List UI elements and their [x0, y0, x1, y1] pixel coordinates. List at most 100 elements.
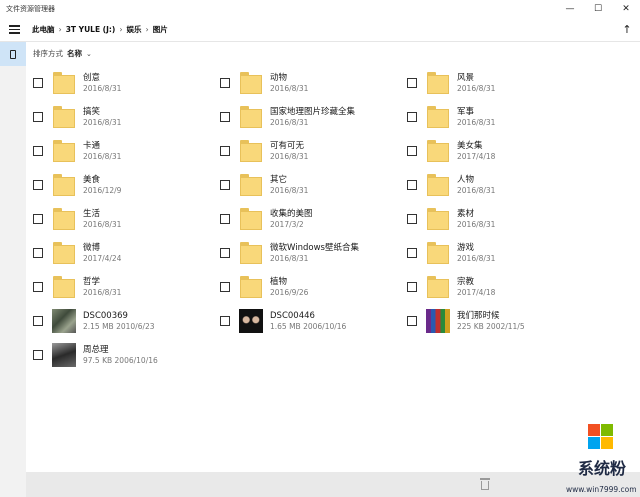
folder-item[interactable]: 国家地理图片珍藏全集 2016/8/31	[213, 102, 355, 132]
image-item[interactable]: 我们那时候 225 KB 2002/11/5	[400, 306, 525, 336]
item-details: 2016/8/31	[270, 151, 309, 161]
select-checkbox[interactable]	[220, 214, 230, 224]
select-checkbox[interactable]	[33, 180, 43, 190]
select-checkbox[interactable]	[33, 214, 43, 224]
select-checkbox[interactable]	[220, 316, 230, 326]
select-checkbox[interactable]	[407, 282, 417, 292]
item-details: 2016/12/9	[83, 185, 122, 195]
sort-control[interactable]: 排序方式 名称 ⌄	[33, 48, 92, 59]
sort-label: 排序方式	[33, 49, 63, 58]
select-checkbox[interactable]	[33, 282, 43, 292]
chevron-right-icon: ›	[58, 25, 62, 34]
select-checkbox[interactable]	[33, 78, 43, 88]
image-thumbnail	[426, 308, 450, 334]
select-checkbox[interactable]	[407, 78, 417, 88]
folder-item[interactable]: 宗教 2017/4/18	[400, 272, 495, 302]
item-details: 2016/8/31	[457, 117, 496, 127]
select-checkbox[interactable]	[407, 214, 417, 224]
select-checkbox[interactable]	[33, 316, 43, 326]
windows-logo-icon	[588, 424, 614, 450]
folder-icon	[239, 274, 263, 300]
folder-icon	[426, 206, 450, 232]
delete-icon[interactable]	[480, 478, 490, 490]
folder-icon	[52, 172, 76, 198]
item-details: 2016/8/31	[270, 253, 309, 263]
select-checkbox[interactable]	[33, 146, 43, 156]
select-checkbox[interactable]	[33, 112, 43, 122]
folder-item[interactable]: 哲学 2016/8/31	[26, 272, 121, 302]
folder-item[interactable]: 风景 2016/8/31	[400, 68, 495, 98]
folder-item[interactable]: 收集的美图 2017/3/2	[213, 204, 313, 234]
breadcrumb-pictures[interactable]: 图片	[153, 24, 168, 35]
folder-item[interactable]: 游戏 2016/8/31	[400, 238, 495, 268]
folder-icon	[426, 172, 450, 198]
folder-item[interactable]: 美食 2016/12/9	[26, 170, 121, 200]
item-details: 1.65 MB 2006/10/16	[270, 321, 347, 331]
select-checkbox[interactable]	[33, 248, 43, 258]
select-checkbox[interactable]	[220, 248, 230, 258]
select-checkbox[interactable]	[220, 146, 230, 156]
select-checkbox[interactable]	[220, 78, 230, 88]
item-name: 周总理	[83, 344, 109, 355]
select-checkbox[interactable]	[407, 248, 417, 258]
select-checkbox[interactable]	[220, 180, 230, 190]
watermark-url: www.win7999.com	[566, 485, 637, 494]
folder-item[interactable]: 素材 2016/8/31	[400, 204, 495, 234]
folder-item[interactable]: 微软Windows壁纸合集 2016/8/31	[213, 238, 359, 268]
breadcrumb-entertainment[interactable]: 娱乐	[127, 24, 142, 35]
item-name: 素材	[457, 208, 475, 219]
image-item[interactable]: DSC00446 1.65 MB 2006/10/16	[213, 306, 346, 336]
image-item[interactable]: 周总理 97.5 KB 2006/10/16	[26, 340, 158, 370]
item-details: 225 KB 2002/11/5	[457, 321, 525, 331]
folder-item[interactable]: 军事 2016/8/31	[400, 102, 495, 132]
folder-item[interactable]: 生活 2016/8/31	[26, 204, 121, 234]
item-name: 游戏	[457, 242, 475, 253]
item-details: 2016/8/31	[270, 185, 309, 195]
folder-item[interactable]: 创意 2016/8/31	[26, 68, 121, 98]
item-details: 2016/8/31	[83, 287, 122, 297]
select-checkbox[interactable]	[220, 282, 230, 292]
select-checkbox[interactable]	[407, 146, 417, 156]
folder-item[interactable]: 搞笑 2016/8/31	[26, 102, 121, 132]
folder-item[interactable]: 植物 2016/9/26	[213, 272, 308, 302]
item-name: 国家地理图片珍藏全集	[270, 106, 356, 117]
folder-item[interactable]: 可有可无 2016/8/31	[213, 136, 308, 166]
minimize-button[interactable]: —	[556, 0, 584, 18]
folder-icon	[52, 138, 76, 164]
select-checkbox[interactable]	[220, 112, 230, 122]
up-arrow-button[interactable]: ↑	[614, 18, 640, 42]
breadcrumb-drive[interactable]: 3T YULE (J:)	[66, 25, 116, 34]
folder-item[interactable]: 微博 2017/4/24	[26, 238, 121, 268]
item-name: DSC00446	[270, 310, 315, 321]
select-checkbox[interactable]	[407, 316, 417, 326]
folder-item[interactable]: 动物 2016/8/31	[213, 68, 308, 98]
item-details: 97.5 KB 2006/10/16	[83, 355, 158, 365]
item-details: 2017/4/18	[457, 151, 496, 161]
folder-icon	[426, 70, 450, 96]
folder-icon	[52, 206, 76, 232]
image-item[interactable]: DSC00369 2.15 MB 2010/6/23	[26, 306, 155, 336]
folder-item[interactable]: 卡通 2016/8/31	[26, 136, 121, 166]
sort-value: 名称	[67, 49, 82, 58]
item-name: DSC00369	[83, 310, 128, 321]
select-checkbox[interactable]	[33, 350, 43, 360]
item-details: 2016/8/31	[83, 151, 122, 161]
folder-item[interactable]: 其它 2016/8/31	[213, 170, 308, 200]
item-name: 卡通	[83, 140, 101, 151]
item-details: 2.15 MB 2010/6/23	[83, 321, 155, 331]
breadcrumb-this-pc[interactable]: 此电脑	[32, 24, 55, 35]
folder-item[interactable]: 美女集 2017/4/18	[400, 136, 495, 166]
select-checkbox[interactable]	[407, 180, 417, 190]
item-name: 可有可无	[270, 140, 305, 151]
folder-item[interactable]: 人物 2016/8/31	[400, 170, 495, 200]
maximize-button[interactable]: ☐	[584, 0, 612, 18]
select-checkbox[interactable]	[407, 112, 417, 122]
select-mode-button[interactable]	[0, 42, 26, 66]
item-details: 2016/8/31	[457, 219, 496, 229]
item-details: 2016/8/31	[270, 83, 309, 93]
folder-icon	[426, 138, 450, 164]
folder-icon	[239, 138, 263, 164]
folder-icon	[239, 240, 263, 266]
close-button[interactable]: ✕	[612, 0, 640, 18]
hamburger-menu-icon[interactable]	[0, 18, 28, 42]
